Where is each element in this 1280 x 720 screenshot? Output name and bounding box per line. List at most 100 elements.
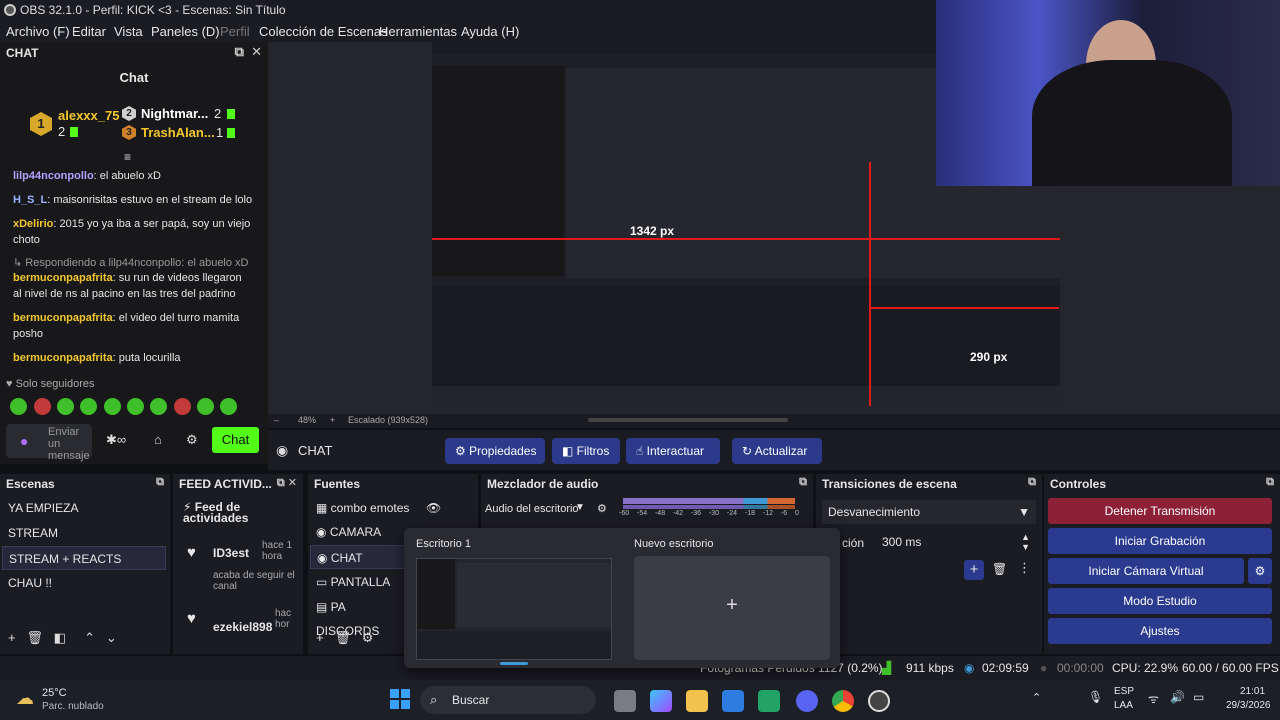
emote-icon[interactable] <box>57 398 74 415</box>
emote-icon[interactable] <box>104 398 121 415</box>
source-item[interactable]: ▤ PA DISCORDS <box>310 595 406 638</box>
leaderboard-user-3[interactable]: TrashAlan... <box>141 125 215 140</box>
remove-source-button[interactable]: 🗑 <box>334 630 351 645</box>
feed-user[interactable]: ezekiel898 <box>213 620 272 634</box>
discord-icon[interactable] <box>796 690 818 712</box>
source-item-selected[interactable]: ◉ CHAT <box>310 545 406 569</box>
undock-icon[interactable]: ⧉ <box>156 476 164 489</box>
tray-overflow-icon[interactable]: ⌃ <box>1032 691 1041 704</box>
add-transition-button[interactable]: + <box>964 560 984 580</box>
remove-transition-button[interactable]: 🗑 <box>992 562 1007 576</box>
input-language[interactable]: ESP <box>1114 686 1134 697</box>
start-virtual-camera-button[interactable]: Iniciar Cámara Virtual <box>1048 558 1244 584</box>
spreadsheet-icon[interactable] <box>758 690 780 712</box>
studio-mode-button[interactable]: Modo Estudio <box>1048 588 1272 614</box>
emote-icon[interactable] <box>10 398 27 415</box>
chat-title: Chat <box>119 70 149 85</box>
move-down-button[interactable]: ⌄ <box>106 630 117 645</box>
duration-input[interactable]: 300 ms ▲ ▼ <box>876 530 1036 554</box>
channel-menu-icon[interactable]: ▼ <box>575 502 585 513</box>
task-view-icon[interactable] <box>614 690 636 712</box>
file-explorer-icon[interactable] <box>686 690 708 712</box>
current-source-name: CHAT <box>298 443 333 458</box>
menu-herramientas[interactable]: Herramientas <box>379 24 457 39</box>
close-icon[interactable]: ✕ <box>251 44 262 59</box>
undock-icon[interactable]: ⧉ <box>799 476 807 489</box>
chat-message: bermuconpapafrita: su run de videos lleg… <box>13 272 242 300</box>
source-properties-button[interactable]: ⚙ <box>362 630 374 645</box>
clock-date[interactable]: 29/3/2026 <box>1226 700 1271 711</box>
wifi-icon[interactable]: ᯤ <box>1148 690 1159 707</box>
webcam-feed[interactable] <box>936 0 1280 186</box>
mic-icon[interactable]: ● <box>20 433 28 449</box>
visibility-eye-icon[interactable]: 👁 <box>426 496 441 520</box>
properties-button[interactable]: ⚙ Propiedades <box>445 438 545 464</box>
send-chat-button[interactable]: Chat <box>212 427 259 453</box>
menu-perfil[interactable]: Perfil <box>220 24 250 39</box>
taskbar-search[interactable]: ⌕ Buscar <box>420 686 596 714</box>
input-region[interactable]: LAA <box>1114 700 1133 711</box>
battery-icon[interactable]: ▭ <box>1193 690 1204 704</box>
start-recording-button[interactable]: Iniciar Grabación <box>1048 528 1272 554</box>
add-source-button[interactable]: + <box>316 630 324 645</box>
mic-tray-icon[interactable]: 🎙 <box>1088 690 1103 704</box>
menu-paneles[interactable]: Paneles (D) <box>151 24 220 39</box>
source-item[interactable]: ▦ combo emotes 👁 <box>310 496 460 520</box>
leaderboard-user-1[interactable]: alexxx_75 <box>58 108 119 123</box>
settings-button[interactable]: Ajustes <box>1048 618 1272 644</box>
filters-button[interactable]: ◧ Filtros <box>552 438 620 464</box>
notepad-icon[interactable] <box>722 690 744 712</box>
volume-icon[interactable]: 🔊 <box>1170 690 1185 704</box>
emote-icon[interactable] <box>150 398 167 415</box>
menu-ayuda[interactable]: Ayuda (H) <box>461 24 519 39</box>
store-icon[interactable]: ⌂ <box>154 432 162 447</box>
emote-icon[interactable] <box>80 398 97 415</box>
refresh-button[interactable]: ↻ Actualizar <box>732 438 822 464</box>
horizontal-scrollbar[interactable] <box>588 418 788 422</box>
emote-icon[interactable] <box>220 398 237 415</box>
add-scene-button[interactable]: + <box>8 630 16 645</box>
desktop-1-thumbnail[interactable] <box>416 558 612 660</box>
clock-time[interactable]: 21:01 <box>1240 686 1265 697</box>
audio-settings-icon[interactable]: ⚙ <box>597 502 607 515</box>
scene-item[interactable]: STREAM <box>2 521 166 545</box>
menu-editar[interactable]: Editar <box>72 24 106 39</box>
zoom-out-button[interactable]: – <box>274 415 279 425</box>
emote-icon[interactable] <box>197 398 214 415</box>
zoom-in-button[interactable]: + <box>330 415 335 425</box>
gear-icon[interactable]: ⚙ <box>186 432 198 448</box>
obs-taskbar-icon[interactable] <box>868 690 890 712</box>
source-item[interactable]: ▭ PANTALLA <box>310 570 406 594</box>
virtual-camera-settings-icon[interactable]: ⚙ <box>1248 558 1272 584</box>
scene-item[interactable]: CHAU !! <box>2 571 166 595</box>
undock-icon[interactable]: ⧉ <box>1028 476 1036 489</box>
chrome-icon[interactable] <box>832 690 854 712</box>
windows-start-icon[interactable] <box>390 689 410 709</box>
feed-user[interactable]: ID3est <box>213 546 249 560</box>
chat-input[interactable]: ● Enviar un mensaje <box>6 424 92 462</box>
remove-scene-button[interactable]: 🗑 <box>26 630 43 645</box>
menu-vista[interactable]: Vista <box>114 24 143 39</box>
scene-item-selected[interactable]: STREAM + REACTS <box>2 546 166 570</box>
stop-streaming-button[interactable]: Detener Transmisión <box>1048 498 1272 524</box>
copilot-icon[interactable] <box>650 690 672 712</box>
close-icon[interactable]: ⧉ ✕ <box>277 476 297 490</box>
transition-select[interactable]: Desvanecimiento ▼ <box>822 500 1036 524</box>
menu-coleccion-escenas[interactable]: Colección de Escenas <box>259 24 388 39</box>
scene-item[interactable]: YA EMPIEZA <box>2 496 166 520</box>
undock-icon[interactable]: ⧉ <box>235 44 244 59</box>
expand-leaderboard-icon[interactable]: ≡ <box>124 150 131 164</box>
leaderboard-user-2[interactable]: Nightmar... <box>141 106 208 121</box>
move-up-button[interactable]: ⌃ <box>84 630 95 645</box>
new-desktop-button[interactable]: + <box>634 556 830 660</box>
undock-icon[interactable]: ⧉ <box>1266 476 1274 489</box>
emote-icon[interactable] <box>34 398 51 415</box>
emote-icon[interactable] <box>174 398 191 415</box>
interact-button[interactable]: ☝ Interactuar <box>626 438 720 464</box>
scene-filters-button[interactable]: ◧ <box>54 630 66 645</box>
emote-icon[interactable] <box>127 398 144 415</box>
emote-picker-icon[interactable]: ✱∞ <box>106 432 126 448</box>
weather-icon[interactable]: ☁ <box>16 688 34 709</box>
transition-more-icon[interactable]: ⋮ <box>1018 560 1031 576</box>
menu-archivo[interactable]: Archivo (F) <box>6 24 70 39</box>
